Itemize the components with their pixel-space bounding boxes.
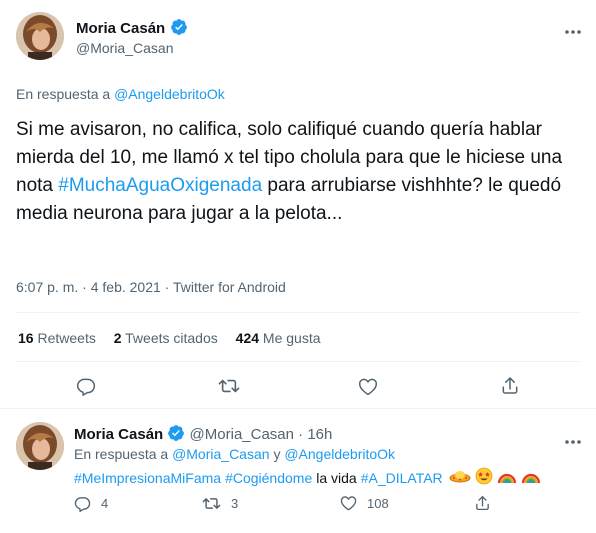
heart-icon[interactable] [340,495,357,511]
reply-icon[interactable] [74,495,91,512]
retweets-count: 16 [18,330,34,346]
tweet-age[interactable]: 16h [307,426,332,443]
author-name[interactable]: Moria Casán [76,20,165,37]
retweets-label: Retweets [37,330,96,346]
verified-badge-icon [170,18,188,36]
tweet-stats: 16 Retweets 2 Tweets citados 424 Me gust… [18,330,321,346]
meta-separator: · [82,279,87,295]
tweet-source[interactable]: Twitter for Android [173,279,286,295]
quotes-label: Tweets citados [125,330,218,346]
reply-to-link[interactable]: @Moria_Casan [172,446,269,462]
share-icon[interactable] [474,494,491,512]
reply-action[interactable]: 4 [74,495,108,512]
retweet-action[interactable]: 3 [202,495,238,512]
heart-icon[interactable] [358,377,378,396]
reply-to-link[interactable]: @AngeldebritoOk [284,446,395,462]
reply-and: y [273,446,281,462]
retweet-icon[interactable] [218,376,240,396]
tweet-meta: 6:07 p. m. · 4 feb. 2021 · Twitter for A… [16,279,286,295]
avatar[interactable] [16,12,64,60]
retweets-stat[interactable]: 16 Retweets [18,330,100,346]
more-options-icon[interactable] [564,432,582,450]
star-struck-emoji-icon [475,467,493,488]
reply-text: #MeImpresionaMiFama #Cogiéndome la vida … [74,467,541,488]
likes-stat[interactable]: 424 Me gusta [236,330,321,346]
quotes-count: 2 [113,330,122,346]
author-name[interactable]: Moria Casán [74,426,163,443]
divider [0,408,596,409]
hashtag-link[interactable]: #MeImpresionaMiFama [74,470,221,486]
author-handle[interactable]: @Moria_Casan [76,40,173,56]
divider [16,312,580,313]
rainbow-emoji-icon [497,468,517,487]
tweet-date[interactable]: 4 feb. 2021 [91,279,161,295]
hashtag-link[interactable]: #A_DILATAR [361,470,443,486]
likes-label: Me gusta [262,330,321,346]
reply-icon[interactable] [76,376,96,396]
meta-separator: · [298,426,304,443]
reply-prefix: En respuesta a [74,446,169,462]
avatar[interactable] [16,422,64,470]
verified-badge-icon [167,424,185,442]
replies-count: 4 [101,496,109,511]
share-icon[interactable] [500,375,520,396]
reply-context: En respuesta a @Moria_Casan y @Angeldebr… [74,446,395,462]
retweets-count: 3 [231,496,239,511]
meta-separator: · [164,279,170,295]
rainbow-emoji-icon [521,468,541,487]
hashtag-link[interactable]: #MuchaAguaOxigenada [58,175,262,196]
reply-text-mid: la vida [316,469,357,486]
tweet-text: Si me avisaron, no califica, solo califi… [16,116,582,228]
likes-count: 424 [235,330,260,346]
quotes-stat[interactable]: 2 Tweets citados [114,330,222,346]
reply-header: Moria Casán @Moria_Casan · 16h [74,424,332,443]
more-options-icon[interactable] [564,22,582,40]
retweet-icon[interactable] [202,495,221,512]
author-handle[interactable]: @Moria_Casan [190,426,294,443]
divider [16,361,580,362]
ufo-emoji-icon [449,469,471,486]
reply-to-link[interactable]: @AngeldebritoOk [114,86,225,102]
reply-context: En respuesta a @AngeldebritoOk [16,86,225,102]
hashtag-link[interactable]: #Cogiéndome [225,470,312,486]
reply-prefix: En respuesta a [16,86,111,102]
tweet-time[interactable]: 6:07 p. m. [16,279,78,295]
like-action[interactable]: 108 [340,495,389,511]
likes-count: 108 [367,495,389,511]
